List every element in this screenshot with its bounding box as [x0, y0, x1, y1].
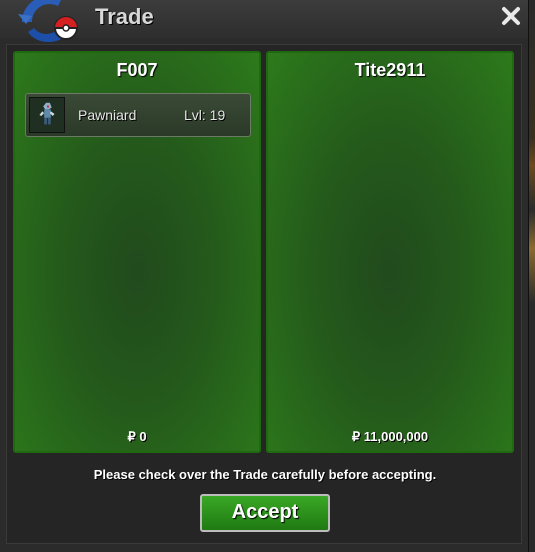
- close-icon[interactable]: [500, 5, 522, 27]
- trade-notice: Please check over the Trade carefully be…: [93, 467, 437, 482]
- window-title: Trade: [95, 4, 154, 29]
- trade-item-slot[interactable]: Pawniard Lvl: 19: [25, 93, 251, 137]
- trade-content: F007 Pawniard Lvl: 19 ₽ 0 Tite2911 ₽ 11,…: [6, 44, 522, 544]
- item-level: Lvl: 19: [184, 107, 226, 123]
- trade-window: Trade F007 Pawniard Lvl: 19 ₽ 0 Tite2911…: [0, 0, 529, 552]
- trade-panel-self: F007 Pawniard Lvl: 19 ₽ 0: [13, 51, 261, 453]
- trade-panel-partner: Tite2911 ₽ 11,000,000: [266, 51, 514, 453]
- title-bar[interactable]: Trade: [0, 0, 528, 43]
- pokeball-swirl-logo-icon: [18, 0, 78, 43]
- player-name: F007: [116, 60, 158, 80]
- player-name: Tite2911: [354, 60, 426, 80]
- accept-button[interactable]: Accept: [200, 494, 330, 532]
- item-name: Pawniard: [78, 107, 137, 123]
- background-edge: [528, 0, 535, 552]
- money-amount: ₽ 0: [127, 429, 147, 444]
- money-amount: ₽ 11,000,000: [351, 429, 429, 444]
- pawniard-sprite-icon: [29, 97, 65, 133]
